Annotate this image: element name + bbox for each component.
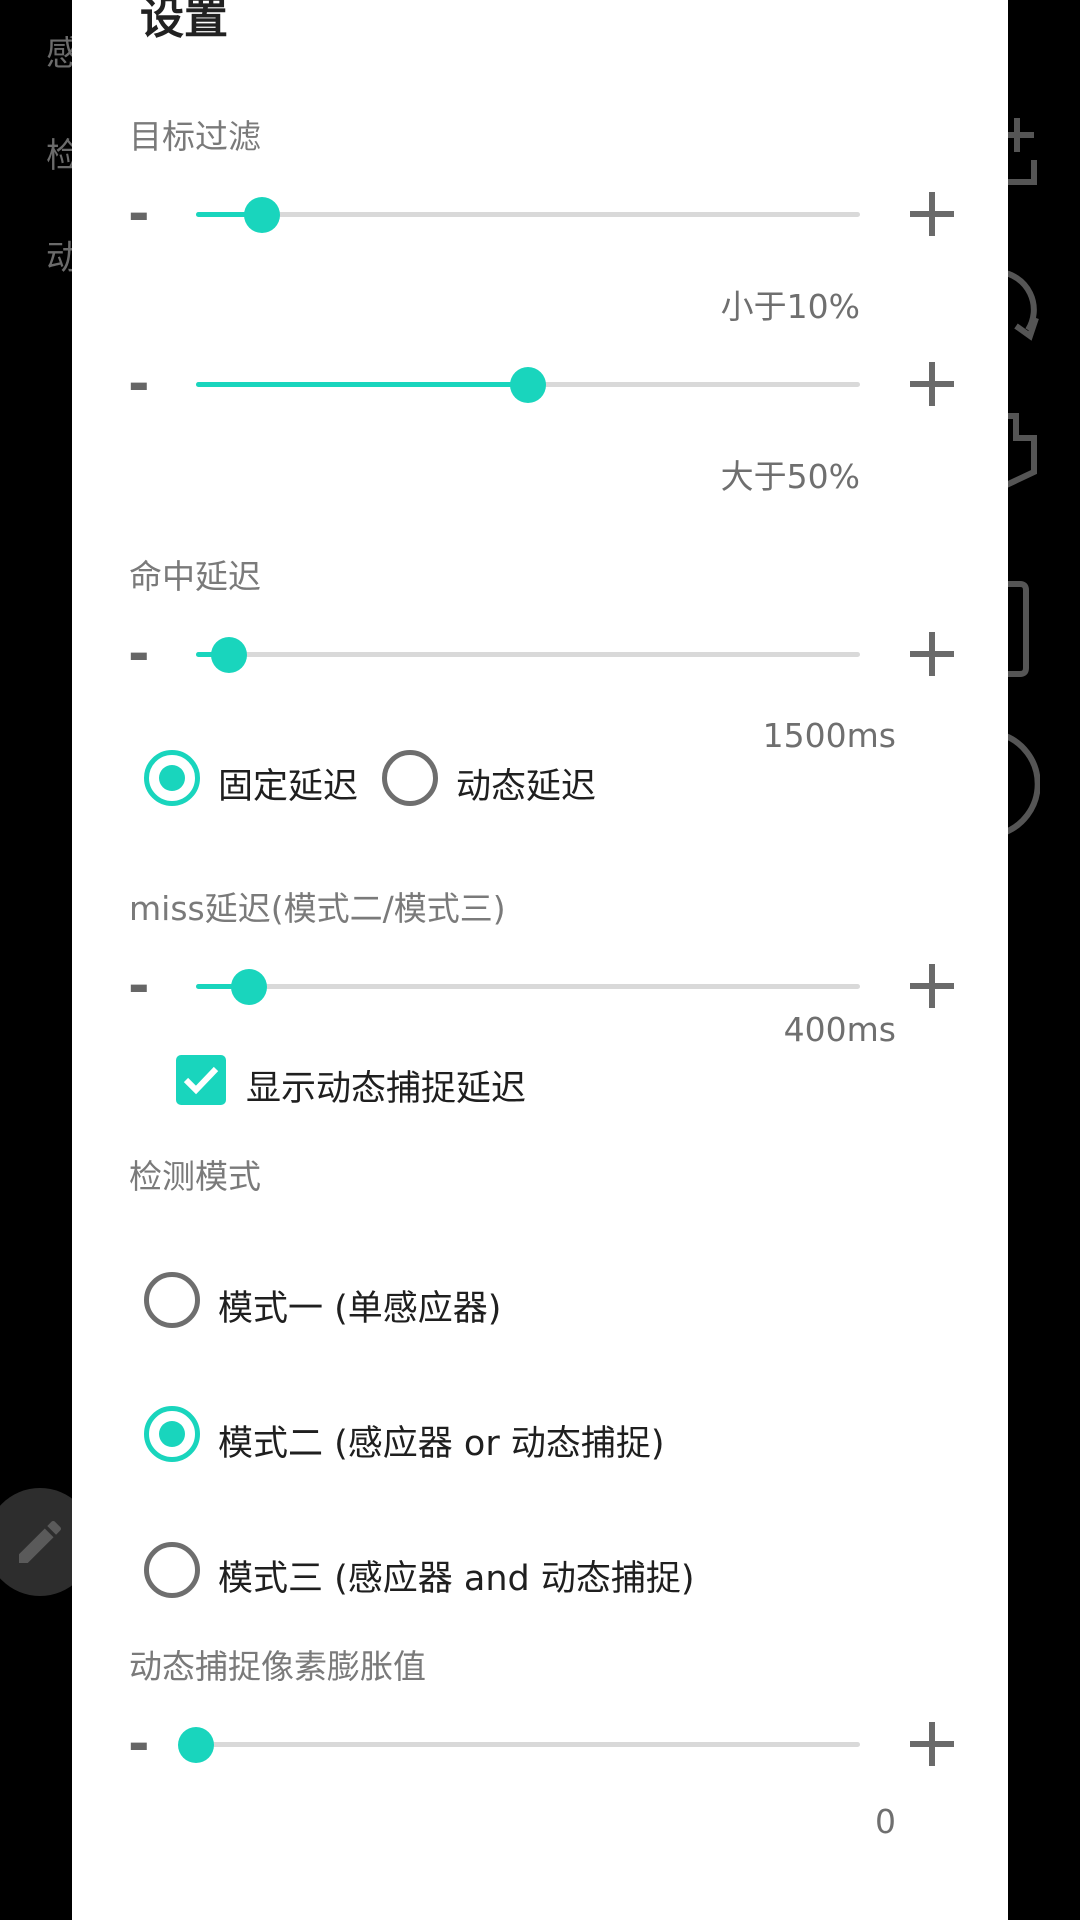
settings-dialog: 设置 目标过滤 - 小于10% - 大于50% 命中延迟 - 1500ms 固定… bbox=[72, 0, 1008, 1920]
mode-one-label[interactable]: 模式一 (单感应器) bbox=[218, 1280, 501, 1331]
slider-thumb[interactable] bbox=[211, 637, 248, 673]
dilation-title: 动态捕捉像素膨胀值 bbox=[129, 1647, 426, 1686]
fixed-delay-label[interactable]: 固定延迟 bbox=[218, 758, 358, 809]
increase-button[interactable] bbox=[902, 354, 962, 414]
slider-thumb[interactable] bbox=[231, 969, 268, 1005]
dynamic-delay-label[interactable]: 动态延迟 bbox=[456, 758, 596, 809]
target-filter-title: 目标过滤 bbox=[129, 117, 261, 156]
hit-delay-slider[interactable] bbox=[196, 637, 860, 673]
increase-button[interactable] bbox=[902, 184, 962, 244]
mode-three-radio[interactable] bbox=[144, 1542, 200, 1598]
decrease-button[interactable]: - bbox=[128, 186, 168, 242]
detect-mode-title: 检测模式 bbox=[129, 1157, 261, 1196]
mode-three-label[interactable]: 模式三 (感应器 and 动态捕捉) bbox=[218, 1550, 695, 1601]
dialog-title: 设置 bbox=[140, 0, 228, 44]
target-filter-max-slider[interactable] bbox=[196, 367, 860, 403]
dilation-slider-row: - bbox=[72, 1704, 1008, 1784]
mode-two-radio[interactable] bbox=[144, 1406, 200, 1462]
miss-delay-slider[interactable] bbox=[196, 969, 860, 1005]
show-dynamic-capture-delay-checkbox[interactable] bbox=[176, 1055, 226, 1105]
hit-delay-title: 命中延迟 bbox=[129, 557, 261, 596]
slider-fill bbox=[196, 382, 528, 387]
decrease-button[interactable]: - bbox=[128, 958, 168, 1014]
slider-thumb[interactable] bbox=[178, 1727, 214, 1763]
mode-one-radio[interactable] bbox=[144, 1272, 200, 1328]
decrease-button[interactable]: - bbox=[128, 1716, 168, 1772]
dynamic-delay-radio[interactable] bbox=[382, 750, 438, 806]
fixed-delay-radio[interactable] bbox=[144, 750, 200, 806]
target-filter-min-slider-row: - bbox=[72, 174, 1008, 254]
target-filter-min-slider[interactable] bbox=[196, 197, 860, 233]
slider-thumb[interactable] bbox=[244, 197, 281, 233]
target-filter-max-value: 大于50% bbox=[720, 457, 860, 496]
miss-delay-value: 400ms bbox=[783, 1010, 896, 1049]
dilation-value: 0 bbox=[875, 1802, 896, 1841]
show-dynamic-capture-delay-label[interactable]: 显示动态捕捉延迟 bbox=[246, 1060, 526, 1111]
mode-two-label[interactable]: 模式二 (感应器 or 动态捕捉) bbox=[218, 1415, 665, 1466]
dilation-slider[interactable] bbox=[178, 1727, 860, 1763]
target-filter-max-slider-row: - bbox=[72, 344, 1008, 424]
decrease-button[interactable]: - bbox=[128, 356, 168, 412]
increase-button[interactable] bbox=[902, 624, 962, 684]
hit-delay-value: 1500ms bbox=[762, 716, 896, 755]
miss-delay-title: miss延迟(模式二/模式三) bbox=[129, 889, 506, 928]
background-toolbar bbox=[1000, 0, 1080, 1920]
screen: 感 检 动 设置 目标过滤 - 小于10% - 大于50% 命中延迟 - 150… bbox=[0, 0, 1080, 1920]
target-filter-min-value: 小于10% bbox=[720, 287, 860, 326]
hit-delay-slider-row: - bbox=[72, 614, 1008, 694]
check-icon bbox=[183, 1066, 219, 1095]
increase-button[interactable] bbox=[902, 956, 962, 1016]
decrease-button[interactable]: - bbox=[128, 626, 168, 682]
slider-thumb[interactable] bbox=[510, 367, 546, 403]
edit-icon bbox=[19, 1520, 62, 1563]
increase-button[interactable] bbox=[902, 1714, 962, 1774]
